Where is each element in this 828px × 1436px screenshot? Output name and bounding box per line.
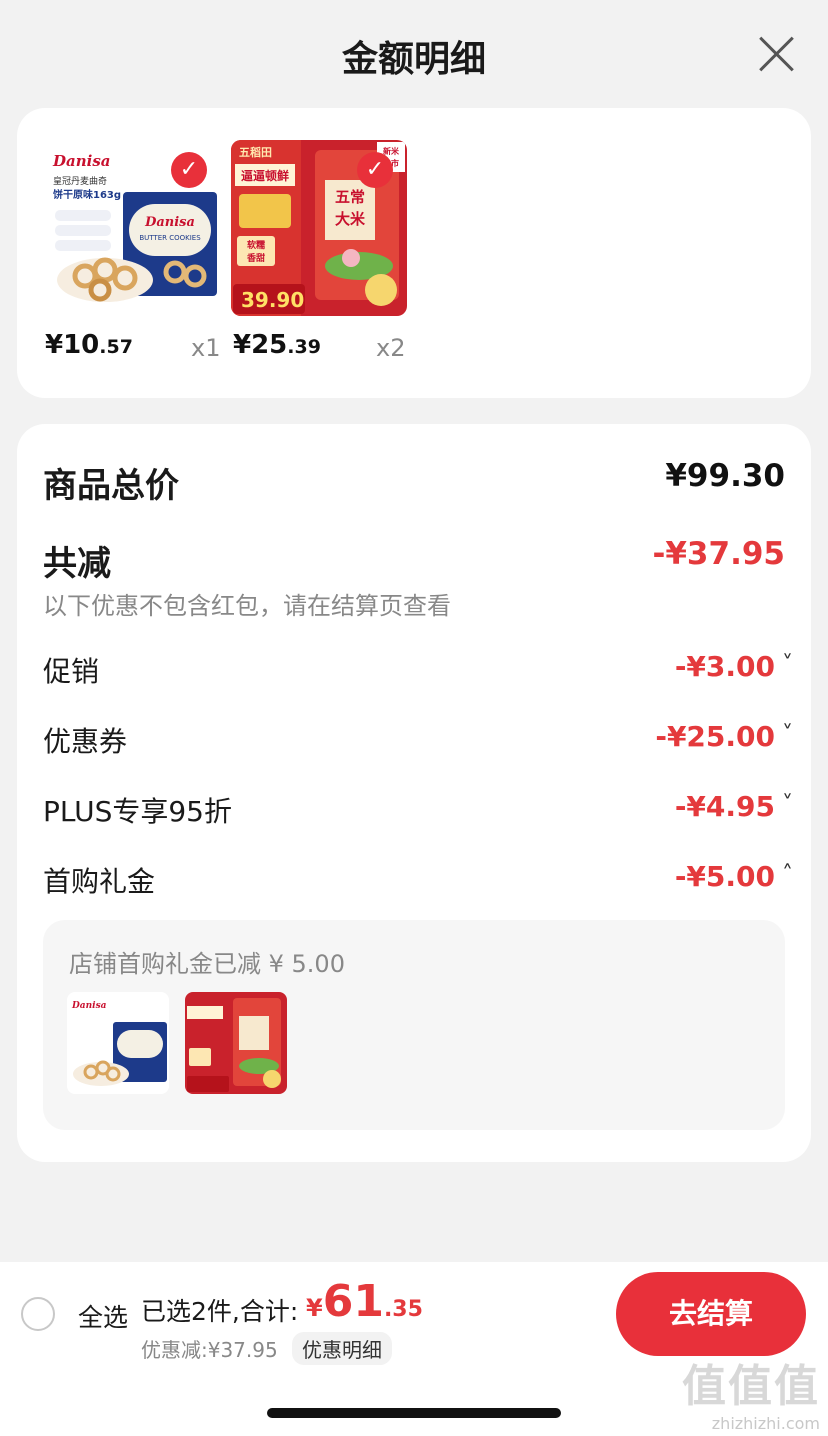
svg-text:逼逼顿鲜: 逼逼顿鲜 xyxy=(241,168,289,183)
coupon-label: 优惠券 xyxy=(43,725,128,758)
svg-text:软糯: 软糯 xyxy=(247,239,265,251)
gift-detail-text: 店铺首购礼金已减 ¥ 5.00 xyxy=(69,950,345,978)
promotion-value: -¥3.00 xyxy=(674,650,775,683)
total-reduce-value: -¥37.95 xyxy=(652,536,786,572)
selected-check-icon[interactable]: ✓ xyxy=(171,152,207,188)
chevron-down-icon[interactable]: ˅ xyxy=(782,792,793,817)
discount-detail-button[interactable]: 优惠明细 xyxy=(292,1332,392,1365)
watermark-url: zhizhizhi.com xyxy=(711,1414,820,1433)
home-indicator[interactable] xyxy=(267,1408,561,1418)
plus-discount-value: -¥4.95 xyxy=(674,790,775,823)
discount-summary: 优惠减:¥37.95 xyxy=(141,1338,278,1362)
plus-discount-label: PLUS专享95折 xyxy=(43,795,232,828)
price-detail-card: 商品总价 ¥99.30 共减 -¥37.95 以下优惠不包含红包，请在结算页查看… xyxy=(17,424,811,1162)
sheet-title: 金额明细 xyxy=(341,39,486,80)
svg-text:五稻田: 五稻田 xyxy=(239,145,272,159)
total-reduce-label: 共减 xyxy=(43,544,111,584)
svg-text:皇冠丹麦曲奇: 皇冠丹麦曲奇 xyxy=(53,175,107,187)
product-quantity: x2 xyxy=(376,334,406,362)
checkout-button[interactable]: 去结算 xyxy=(616,1272,806,1356)
selected-check-icon[interactable]: ✓ xyxy=(357,152,393,188)
total-price: ¥61.35 xyxy=(306,1276,423,1327)
checkout-bar: 全选 已选2件,合计: ¥61.35 优惠减:¥37.95 优惠明细 去结算 值… xyxy=(0,1262,828,1436)
sheet-header: 金额明细 xyxy=(0,0,828,108)
goods-total-value: ¥99.30 xyxy=(665,458,785,494)
product-price: ¥10.57 xyxy=(45,330,133,360)
product-quantity: x1 xyxy=(191,334,221,362)
chevron-down-icon[interactable]: ˅ xyxy=(782,652,793,677)
coupon-value: -¥25.00 xyxy=(655,720,775,753)
close-icon[interactable] xyxy=(756,34,796,74)
chevron-down-icon[interactable]: ˅ xyxy=(782,722,793,747)
svg-text:BUTTER COOKIES: BUTTER COOKIES xyxy=(139,234,201,242)
svg-text:Danisa: Danisa xyxy=(71,1001,107,1011)
selected-count-text: 已选2件,合计: xyxy=(141,1297,299,1326)
gift-product-thumb-rice xyxy=(185,992,287,1094)
first-purchase-gift-label: 首购礼金 xyxy=(43,865,156,898)
svg-text:Danisa: Danisa xyxy=(52,152,111,170)
watermark: 值值值 zhizhizhi.com xyxy=(682,1350,820,1433)
svg-text:香甜: 香甜 xyxy=(246,252,265,264)
svg-text:饼干原味163g: 饼干原味163g xyxy=(53,188,121,201)
first-purchase-gift-value: -¥5.00 xyxy=(674,860,775,893)
svg-text:五常: 五常 xyxy=(335,188,365,206)
goods-total-label: 商品总价 xyxy=(43,466,179,506)
product-image-danisa[interactable]: Danisa 皇冠丹麦曲奇 饼干原味163g Danisa BUTTER COO… xyxy=(45,140,221,316)
select-all-radio[interactable] xyxy=(21,1297,55,1331)
product-price: ¥25.39 xyxy=(233,330,321,360)
svg-text:大米: 大米 xyxy=(335,210,366,228)
select-all-label[interactable]: 全选 xyxy=(78,1298,128,1334)
gift-detail-box: 店铺首购礼金已减 ¥ 5.00 Danisa xyxy=(43,920,785,1130)
product-image-rice[interactable]: 五稻田 逼逼顿鲜 软糯 香甜 五常 大米 39.90 新米 上市 xyxy=(231,140,407,316)
watermark-logo: 值值值 xyxy=(682,1361,820,1412)
amount-detail-sheet: 金额明细 Danisa 皇冠丹麦曲奇 饼干原味163g Danisa BUTTE… xyxy=(0,0,828,1262)
svg-text:Danisa: Danisa xyxy=(144,215,195,230)
chevron-up-icon[interactable]: ˄ xyxy=(782,862,793,887)
discount-note: 以下优惠不包含红包，请在结算页查看 xyxy=(43,592,451,620)
promotion-label: 促销 xyxy=(43,655,100,688)
gift-product-thumb-danisa: Danisa xyxy=(67,992,169,1094)
products-card: Danisa 皇冠丹麦曲奇 饼干原味163g Danisa BUTTER COO… xyxy=(17,108,811,398)
svg-text:39.90: 39.90 xyxy=(241,288,304,312)
